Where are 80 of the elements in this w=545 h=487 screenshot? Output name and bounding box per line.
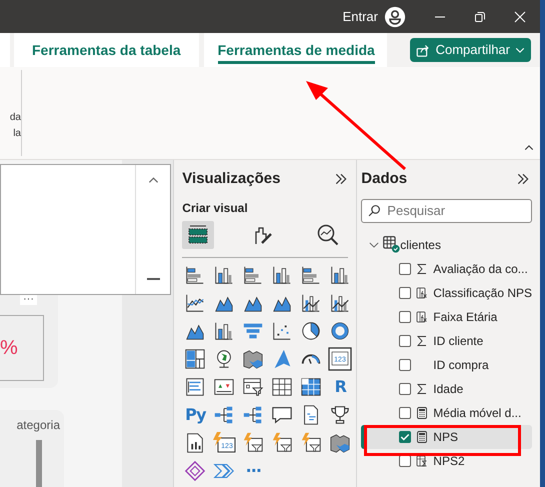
lightning-visual-icon[interactable] <box>242 432 264 454</box>
lightning-visual-icon[interactable] <box>271 432 294 454</box>
sum-icon <box>416 334 428 346</box>
expand-pane-icon[interactable] <box>334 172 348 186</box>
checkbox[interactable] <box>399 358 412 370</box>
share-icon <box>416 42 431 58</box>
matrix-icon[interactable] <box>300 376 322 398</box>
checkbox[interactable] <box>399 262 412 274</box>
sum-icon <box>416 382 428 394</box>
field-name: Faixa Etária <box>433 308 498 326</box>
calculated-table-icon <box>416 454 428 466</box>
visual-mode-tab[interactable] <box>182 220 214 248</box>
expanded-chevron-icon[interactable] <box>369 240 380 250</box>
checkbox[interactable] <box>399 406 412 418</box>
slicer-icon[interactable] <box>242 376 264 398</box>
lightning-visual-icon[interactable] <box>300 432 322 454</box>
checkbox[interactable] <box>399 430 412 442</box>
user-avatar-icon[interactable] <box>384 6 406 28</box>
pane-title: Visualizações <box>182 169 280 189</box>
field-row[interactable]: Avaliação da co... <box>361 256 532 280</box>
kpi-value: % <box>0 338 18 358</box>
restore-icon[interactable] <box>474 10 486 22</box>
collapse-ribbon-icon[interactable] <box>524 143 534 153</box>
visual-title: ategoria <box>16 417 60 434</box>
calculated-column-icon <box>416 310 428 322</box>
visual-type-label[interactable]: R <box>327 374 354 400</box>
visual-type-label[interactable]: Py <box>182 402 208 428</box>
bar <box>36 440 42 487</box>
table-check-icon <box>383 236 400 253</box>
donut-chart-icon[interactable] <box>329 320 352 342</box>
build-visual-icon <box>186 222 210 246</box>
calculated-column-icon <box>416 286 428 298</box>
calculator-icon <box>416 430 428 442</box>
sign-in-link[interactable]: Entrar <box>342 6 378 26</box>
checkbox[interactable] <box>399 286 412 298</box>
diamond-icon[interactable] <box>184 460 206 482</box>
search-icon <box>368 204 382 216</box>
checkbox[interactable] <box>399 334 412 346</box>
map-icon[interactable] <box>329 432 352 454</box>
analytics-magnifier-icon <box>316 222 340 246</box>
section-title: Criar visual <box>182 200 249 216</box>
field-row[interactable]: Média móvel d... <box>361 400 532 424</box>
field-name: ID compra <box>433 356 489 374</box>
caret-icon <box>515 45 525 55</box>
checkbox[interactable] <box>399 382 412 394</box>
field-name: NPS <box>433 428 458 446</box>
share-button[interactable]: Compartilhar <box>410 38 531 62</box>
table-name: clientes <box>400 236 441 254</box>
field-row[interactable]: ID compra <box>361 352 532 376</box>
field-name: ID cliente <box>433 332 484 350</box>
search-field[interactable]: Pesquisar <box>361 198 532 222</box>
field-row[interactable]: NPS2 <box>361 448 532 472</box>
calculator-icon <box>416 406 428 418</box>
visual-type-label[interactable]: ··· <box>240 458 266 484</box>
field-name: Média móvel d... <box>433 404 522 422</box>
pane-title: Dados <box>361 169 408 189</box>
multi-row-card-icon[interactable] <box>184 376 206 398</box>
expand-pane-icon[interactable] <box>516 172 530 186</box>
field-row[interactable]: Classificação NPS <box>361 280 532 304</box>
field-name: Idade <box>433 380 464 398</box>
field-name: Classificação NPS <box>433 284 532 302</box>
ribbon-tab[interactable]: Ferramentas da tabela <box>14 33 199 67</box>
field-row[interactable]: Idade <box>361 376 532 400</box>
sum-icon <box>416 262 428 274</box>
map-icon[interactable] <box>242 348 264 370</box>
table-icon[interactable] <box>271 376 294 398</box>
pie-chart-icon[interactable] <box>300 320 322 342</box>
ribbon-tab[interactable]: Ferramentas de medida <box>204 33 387 67</box>
ribbon-label: la <box>12 127 21 141</box>
trophy-icon[interactable] <box>329 404 352 426</box>
scroll-thumb[interactable] <box>146 278 160 280</box>
close-icon[interactable] <box>514 10 526 22</box>
checkbox[interactable] <box>399 310 412 322</box>
table-node[interactable]: clientes <box>361 232 540 256</box>
field-name: Avaliação da co... <box>433 260 528 278</box>
ribbon-label: da <box>8 111 21 125</box>
field-name: NPS2 <box>433 452 465 470</box>
treemap-icon[interactable] <box>184 348 206 370</box>
field-row[interactable]: ID cliente <box>361 328 532 352</box>
field-row[interactable]: Faixa Etária <box>361 304 532 328</box>
